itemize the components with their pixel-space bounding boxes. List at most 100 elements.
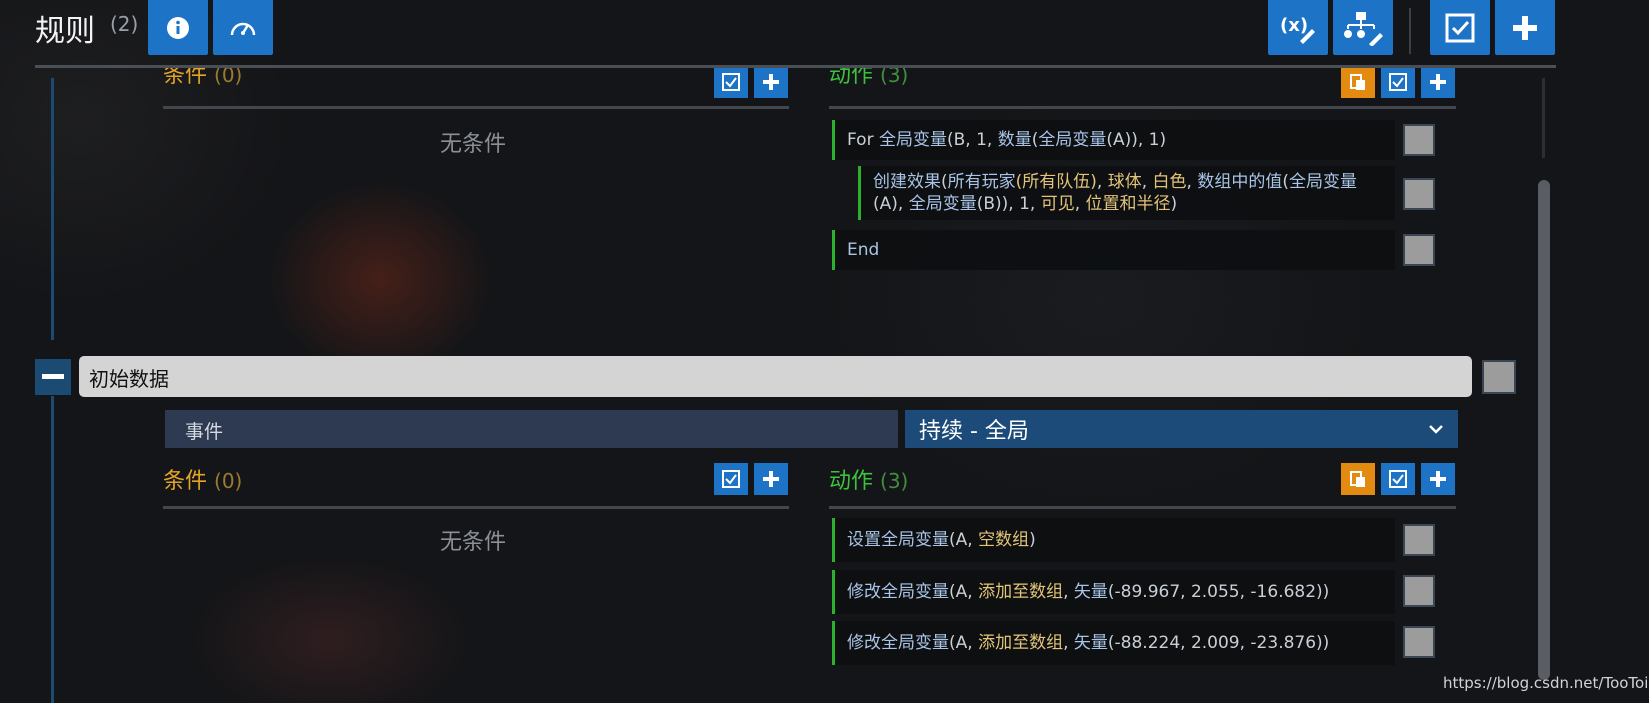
plus-icon — [1430, 471, 1446, 487]
rule2-event-label: 事件 — [165, 410, 898, 448]
action-text-part: 设置全局变量 — [847, 530, 949, 550]
rule1-action-checkbox[interactable] — [1403, 178, 1435, 210]
svg-text:(x): (x) — [1280, 15, 1308, 36]
rule2-conditions-select-button[interactable] — [714, 463, 748, 495]
rule2-add-action-button[interactable] — [1421, 463, 1455, 495]
rule2-conditions-header: 条件 (0) — [163, 469, 243, 494]
event-dropdown-value: 持续 - 全局 — [919, 419, 1029, 444]
action-text-part: 所有玩家 — [947, 172, 1016, 192]
rule2-conditions-divider — [163, 506, 789, 509]
action-text-part: ) — [1029, 530, 1036, 550]
rule2-event-dropdown[interactable]: 持续 - 全局 — [905, 410, 1458, 448]
action-text-part: 全局变量 — [908, 194, 977, 214]
rule2-actions-divider — [829, 506, 1456, 509]
rule1-paste-action-button[interactable] — [1341, 68, 1375, 98]
action-text-part: (A, — [949, 530, 979, 550]
plus-icon — [1513, 15, 1537, 40]
rule1-action-checkbox[interactable] — [1403, 234, 1435, 266]
action-text-part: (A)), 1) — [1106, 130, 1167, 150]
rule2-add-condition-button[interactable] — [754, 463, 788, 495]
rule2-action-checkbox[interactable] — [1403, 524, 1435, 556]
minus-icon — [42, 374, 64, 379]
info-icon — [167, 16, 189, 39]
action-text-part: 可见 — [1040, 194, 1075, 214]
rule1-conditions-select-button[interactable] — [714, 68, 748, 98]
rule2-action-checkbox[interactable] — [1403, 626, 1435, 658]
action-text-part: 白色 — [1152, 172, 1187, 192]
rule2-name-input[interactable]: 初始数据 — [79, 356, 1472, 397]
speedometer-icon — [230, 22, 256, 35]
action-text: 设置全局变量(A, 空数组) — [847, 529, 1036, 551]
watermark-text: https://blog.csdn.net/TooToi — [1443, 674, 1649, 692]
action-text-part: 全局变量 — [878, 130, 947, 150]
rule2-paste-action-button[interactable] — [1341, 463, 1375, 495]
rule1-add-condition-button[interactable] — [754, 68, 788, 98]
rule2-actions-select-button[interactable] — [1381, 463, 1415, 495]
info-button[interactable] — [148, 0, 208, 55]
action-text-part: (A, — [949, 633, 979, 653]
action-text-part: 矢量 — [1073, 633, 1108, 653]
rule1-no-conditions-text: 无条件 — [440, 132, 507, 157]
rule1-action-row[interactable]: End — [832, 230, 1395, 270]
action-text-part: 数组中的值 — [1197, 172, 1283, 192]
checkbox-icon — [1445, 13, 1475, 42]
rule2-actions-header: 动作 (3) — [829, 469, 909, 494]
action-text-part: 矢量 — [1073, 582, 1108, 602]
rule1-actions-select-button[interactable] — [1381, 68, 1415, 98]
action-text-part: (所有队伍) — [1015, 172, 1097, 192]
rule2-action-row[interactable]: 设置全局变量(A, 空数组) — [832, 518, 1395, 562]
rule2-action-checkbox[interactable] — [1403, 575, 1435, 607]
action-text: 修改全局变量(A, 添加至数组, 矢量(-89.967, 2.055, -16.… — [847, 581, 1329, 603]
add-rule-button[interactable] — [1495, 0, 1555, 55]
rule1-action-row[interactable]: For 全局变量(B, 1, 数量(全局变量(A)), 1) — [832, 120, 1395, 160]
action-text-part: (A), — [873, 194, 909, 214]
action-text-part: 球体 — [1107, 172, 1142, 192]
rule2-action-row[interactable]: 修改全局变量(A, 添加至数组, 矢量(-89.967, 2.055, -16.… — [832, 570, 1395, 614]
action-text-part: ( — [941, 172, 948, 192]
action-text-part: , — [1063, 633, 1074, 653]
rule1-add-action-button[interactable] — [1421, 68, 1455, 98]
action-text-part: (B)), 1, — [976, 194, 1041, 214]
rule1-conditions-divider — [163, 106, 789, 109]
rule2-guide-line — [51, 396, 54, 703]
rule1-action-checkbox[interactable] — [1403, 124, 1435, 156]
plus-icon — [1430, 74, 1446, 90]
rule2-select-checkbox[interactable] — [1482, 360, 1516, 394]
action-text-part: 全局变量 — [1288, 172, 1357, 192]
variables-button[interactable]: (x) — [1268, 0, 1328, 55]
action-text-part: (B, 1, — [946, 130, 998, 150]
subroutines-button[interactable] — [1333, 0, 1393, 55]
paste-icon — [1350, 74, 1365, 90]
action-text: For 全局变量(B, 1, 数量(全局变量(A)), 1) — [847, 129, 1166, 151]
action-text-part: , — [1074, 194, 1086, 214]
rule1-conditions-header: 条件 (0) — [163, 68, 243, 88]
rule2-action-row[interactable]: 修改全局变量(A, 添加至数组, 矢量(-88.224, 2.009, -23.… — [832, 621, 1395, 665]
action-text-part: , — [1186, 172, 1198, 192]
action-text-part: 位置和半径 — [1085, 194, 1171, 214]
select-all-button[interactable] — [1430, 0, 1490, 55]
checkbox-icon — [1389, 73, 1407, 91]
action-text-part: (-89.967, 2.055, -16.682)) — [1107, 582, 1330, 602]
action-text-part: 全局变量 — [1038, 130, 1107, 150]
action-text-part: End — [847, 240, 880, 260]
rule1-action-row[interactable]: 创建效果(所有玩家(所有队伍), 球体, 白色, 数组中的值(全局变量(A), … — [858, 166, 1395, 220]
action-text-part: ) — [1170, 194, 1178, 214]
plus-icon — [763, 74, 779, 90]
rule1-actions-divider — [829, 106, 1456, 109]
checkbox-icon — [722, 73, 740, 91]
rule-count: (2) — [110, 12, 139, 36]
variable-edit-icon: (x) — [1280, 15, 1315, 44]
chevron-down-icon — [1429, 425, 1443, 434]
rule1-actions-header: 动作 (3) — [829, 68, 909, 88]
performance-button[interactable] — [213, 0, 273, 55]
action-text-part: 添加至数组 — [978, 582, 1064, 602]
action-text-part: , — [1096, 172, 1108, 192]
action-text: End — [847, 239, 879, 261]
action-text-part: 修改全局变量 — [847, 582, 949, 602]
action-text-part: 数量 — [997, 130, 1032, 150]
rule2-no-conditions-text: 无条件 — [440, 530, 507, 555]
rule2-collapse-button[interactable] — [35, 359, 71, 395]
hierarchy-edit-icon — [1344, 11, 1383, 46]
plus-icon — [763, 471, 779, 487]
action-text: 创建效果(所有玩家(所有队伍), 球体, 白色, 数组中的值(全局变量(A), … — [873, 171, 1383, 215]
